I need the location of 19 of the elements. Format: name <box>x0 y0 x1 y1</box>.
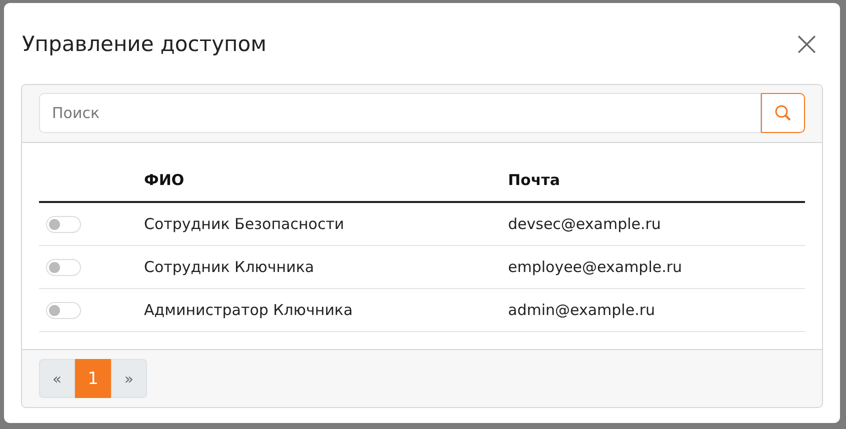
table-cell: Администратор Ключника <box>144 301 353 319</box>
table-cell: employee@example.ru <box>508 258 682 276</box>
table-cell: admin@example.ru <box>508 301 656 319</box>
page-button[interactable]: « <box>39 359 75 398</box>
toggle-switch[interactable] <box>46 216 81 234</box>
column-header: ФИО <box>144 171 184 189</box>
close-button[interactable]: × <box>790 26 823 60</box>
table-cell: Сотрудник Безопасности <box>144 215 344 233</box>
search-icon <box>774 104 792 122</box>
table-cell: Сотрудник Ключника <box>144 258 314 276</box>
search-button[interactable] <box>761 93 805 133</box>
search-field[interactable]: Поиск <box>39 93 761 133</box>
column-header: Почта <box>508 171 560 189</box>
toggle-switch[interactable] <box>46 259 81 276</box>
page-button[interactable]: » <box>111 359 147 398</box>
page-button[interactable]: 1 <box>75 359 111 398</box>
table-cell: devsec@example.ru <box>508 215 661 233</box>
dialog-title: Управление доступом <box>21 32 266 56</box>
toggle-switch[interactable] <box>46 302 81 320</box>
